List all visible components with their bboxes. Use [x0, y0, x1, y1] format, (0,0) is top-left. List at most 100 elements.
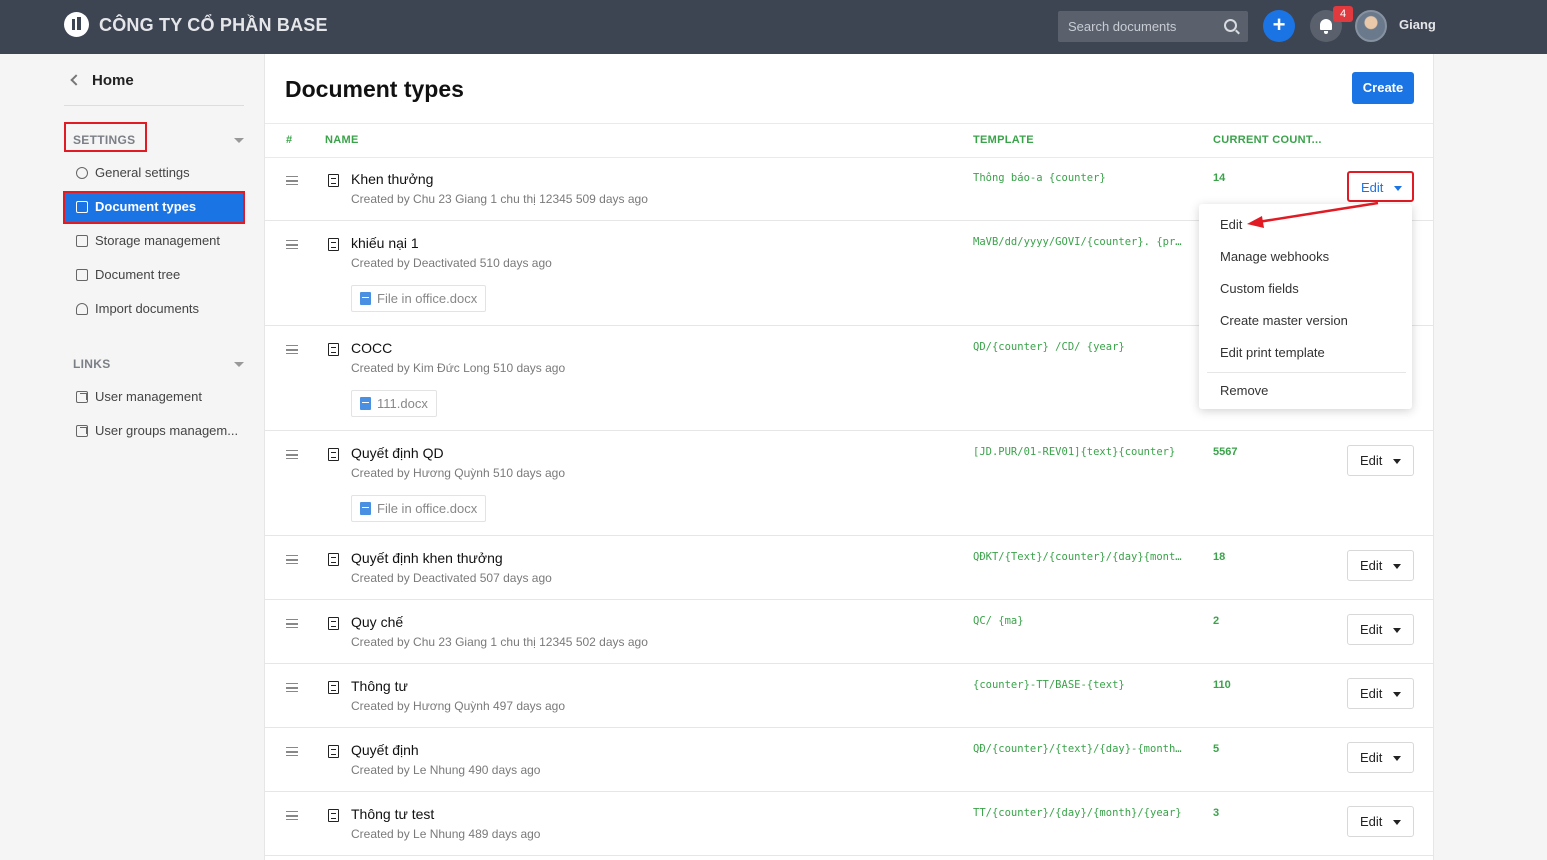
- drag-handle-icon[interactable]: [286, 555, 298, 564]
- menu-item-edit-print-template[interactable]: Edit print template: [1199, 337, 1412, 369]
- storage-icon: [76, 235, 88, 247]
- create-button[interactable]: Create: [1352, 72, 1414, 104]
- drag-handle-icon[interactable]: [286, 683, 298, 692]
- drag-handle-icon[interactable]: [286, 176, 298, 185]
- attached-file[interactable]: 111.docx: [351, 390, 437, 417]
- collapse-links-icon[interactable]: [234, 362, 244, 367]
- home-link[interactable]: Home: [70, 72, 134, 89]
- caret-down-icon: [1393, 459, 1401, 464]
- sidebar-item-user-management[interactable]: User management: [64, 382, 245, 412]
- highlight-box: [64, 122, 147, 152]
- highlight-box: [63, 191, 245, 224]
- edit-button[interactable]: Edit: [1347, 445, 1414, 476]
- current-count: 5: [1213, 743, 1220, 755]
- bell-icon: [1320, 19, 1332, 34]
- main-panel: Document types Create # NAME TEMPLATE CU…: [264, 54, 1434, 860]
- file-icon: [360, 292, 371, 305]
- drag-handle-icon[interactable]: [286, 345, 298, 354]
- column-header-current-count: CURRENT COUNT...: [1213, 134, 1322, 146]
- add-button[interactable]: +: [1263, 10, 1295, 42]
- caret-down-icon: [1393, 628, 1401, 633]
- sidebar: Home SETTINGS General settings Document …: [0, 54, 264, 860]
- sidebar-item-import-documents[interactable]: Import documents: [64, 294, 245, 324]
- username[interactable]: Giang: [1399, 17, 1436, 32]
- menu-divider: [1207, 372, 1406, 373]
- edit-button[interactable]: Edit: [1347, 806, 1414, 837]
- document-type-name[interactable]: COCC: [351, 340, 392, 356]
- document-type-name[interactable]: Quyết định QD: [351, 445, 444, 461]
- file-icon: [360, 397, 371, 410]
- chevron-left-icon: [70, 74, 82, 86]
- document-type-name[interactable]: Quyết định: [351, 742, 419, 758]
- caret-down-icon: [1393, 692, 1401, 697]
- drag-handle-icon[interactable]: [286, 450, 298, 459]
- table-row[interactable]: Thông tư Created by Hương Quỳnh 497 days…: [265, 664, 1433, 728]
- current-count: 110: [1213, 679, 1231, 691]
- created-by-text: Created by Chu 23 Giang 1 chu thị 12345 …: [351, 635, 648, 649]
- drag-handle-icon[interactable]: [286, 619, 298, 628]
- template-text: QD/{counter} /CD/ {year}: [973, 341, 1125, 353]
- table-row[interactable]: Quyết định Created by Le Nhung 490 days …: [265, 728, 1433, 792]
- document-icon: [328, 681, 339, 694]
- menu-item-custom-fields[interactable]: Custom fields: [1199, 273, 1412, 305]
- table-row[interactable]: Quy chế Created by Chu 23 Giang 1 chu th…: [265, 600, 1433, 664]
- menu-item-remove[interactable]: Remove: [1199, 375, 1412, 407]
- menu-item-manage-webhooks[interactable]: Manage webhooks: [1199, 241, 1412, 273]
- current-count: 18: [1213, 551, 1226, 563]
- document-type-name[interactable]: Thông tư: [351, 678, 408, 694]
- external-link-icon: [76, 425, 88, 437]
- sidebar-item-general-settings[interactable]: General settings: [64, 158, 245, 188]
- home-label: Home: [92, 72, 134, 89]
- sidebar-item-user-groups[interactable]: User groups managem...: [64, 416, 245, 446]
- attached-file[interactable]: File in office.docx: [351, 285, 487, 312]
- table-row[interactable]: Thông tư test Created by Le Nhung 489 da…: [265, 792, 1433, 856]
- notification-badge: 4: [1333, 6, 1353, 22]
- document-icon: [328, 343, 339, 356]
- template-text: MaVB/dd/yyyy/GOVI/{counter}. {pr…: [973, 236, 1182, 248]
- edit-button[interactable]: Edit: [1347, 550, 1414, 581]
- collapse-settings-icon[interactable]: [234, 138, 244, 143]
- edit-button[interactable]: Edit: [1347, 742, 1414, 773]
- drag-handle-icon[interactable]: [286, 811, 298, 820]
- sidebar-item-document-tree[interactable]: Document tree: [64, 260, 245, 290]
- column-header-name: NAME: [325, 134, 359, 146]
- template-text: QC/ {ma}: [973, 615, 1024, 627]
- caret-down-icon: [1393, 756, 1401, 761]
- table-row[interactable]: Quyết định khen thưởng Created by Deacti…: [265, 536, 1433, 600]
- document-type-name[interactable]: Khen thưởng: [351, 171, 433, 187]
- company-name[interactable]: CÔNG TY CỔ PHẦN BASE: [99, 15, 328, 36]
- cloud-upload-icon: [76, 303, 88, 315]
- edit-dropdown-menu: Edit Manage webhooks Custom fields Creat…: [1199, 204, 1412, 409]
- document-type-name[interactable]: Thông tư test: [351, 806, 434, 822]
- book-icon: [76, 269, 88, 281]
- edit-button[interactable]: Edit: [1347, 678, 1414, 709]
- document-type-name[interactable]: Quyết định khen thưởng: [351, 550, 503, 566]
- links-heading[interactable]: LINKS: [73, 357, 111, 371]
- search-input[interactable]: [1058, 11, 1218, 42]
- created-by-text: Created by Le Nhung 490 days ago: [351, 763, 541, 777]
- sidebar-item-storage-management[interactable]: Storage management: [64, 226, 245, 256]
- table-row[interactable]: Quyết định QD Created by Hương Quỳnh 510…: [265, 431, 1433, 536]
- avatar[interactable]: [1355, 10, 1387, 42]
- template-text: [JD.PUR/01-REV01]{text}{counter}: [973, 446, 1176, 458]
- company-logo-icon[interactable]: [64, 12, 89, 37]
- document-icon: [328, 745, 339, 758]
- document-type-name[interactable]: Quy chế: [351, 614, 403, 630]
- menu-item-edit[interactable]: Edit: [1199, 209, 1412, 241]
- document-type-name[interactable]: khiếu nại 1: [351, 235, 419, 251]
- document-icon: [328, 617, 339, 630]
- drag-handle-icon[interactable]: [286, 240, 298, 249]
- divider: [64, 105, 244, 106]
- template-text: TT/{counter}/{day}/{month}/{year}: [973, 807, 1182, 819]
- attached-file[interactable]: File in office.docx: [351, 495, 487, 522]
- edit-button[interactable]: Edit: [1347, 171, 1414, 202]
- divider: [265, 123, 1433, 124]
- created-by-text: Created by Kim Đức Long 510 days ago: [351, 361, 566, 375]
- drag-handle-icon[interactable]: [286, 747, 298, 756]
- caret-down-icon: [1393, 564, 1401, 569]
- edit-button[interactable]: Edit: [1347, 614, 1414, 645]
- search-icon[interactable]: [1224, 19, 1237, 32]
- created-by-text: Created by Deactivated 507 days ago: [351, 571, 552, 585]
- search-box[interactable]: [1058, 11, 1248, 42]
- menu-item-create-master-version[interactable]: Create master version: [1199, 305, 1412, 337]
